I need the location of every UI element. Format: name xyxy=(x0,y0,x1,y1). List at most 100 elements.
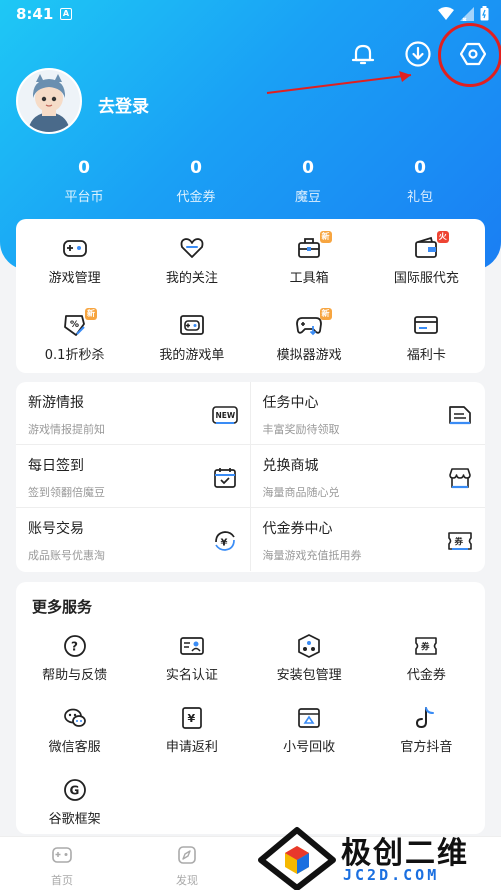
voucher-icon: 券 xyxy=(415,637,438,655)
stat-platform-coin[interactable]: 0 平台币 xyxy=(28,158,140,205)
discover-icon xyxy=(178,846,196,864)
tool-emulator-games[interactable]: 新 模拟器游戏 xyxy=(251,296,368,373)
tool-label: 0.1折秒杀 xyxy=(44,348,105,363)
tool-intl-recharge[interactable]: 火 国际服代充 xyxy=(368,219,485,296)
status-bar: 8:41 A xyxy=(0,0,501,28)
wechat-icon xyxy=(63,708,86,727)
new-badge: 新 xyxy=(319,308,332,320)
task-center[interactable]: 任务中心 丰富奖励待领取 xyxy=(250,382,485,445)
service-official-douyin[interactable]: 官方抖音 xyxy=(368,698,485,770)
wifi-icon xyxy=(438,6,454,20)
service-label: 申请返利 xyxy=(165,740,218,755)
tool-my-game-list[interactable]: 我的游戏单 xyxy=(133,296,250,373)
id-card-icon xyxy=(180,637,204,655)
tool-game-management[interactable]: 游戏管理 xyxy=(16,219,133,296)
login-link[interactable]: 去登录 xyxy=(98,92,149,117)
service-help-feedback[interactable]: ? 帮助与反馈 xyxy=(16,626,133,698)
tool-my-follows[interactable]: 我的关注 xyxy=(133,219,250,296)
task-exchange-mall[interactable]: 兑换商城 海量商品随心兑 xyxy=(250,445,485,508)
tool-label: 福利卡 xyxy=(406,348,446,363)
status-time: 8:41 xyxy=(16,5,54,23)
task-new-game-news[interactable]: 新游情报 游戏情报提前知 NEW xyxy=(16,382,251,445)
service-wechat-support[interactable]: 微信客服 xyxy=(16,698,133,770)
wallet-icon xyxy=(415,236,438,258)
tiktok-icon xyxy=(416,707,435,729)
avatar[interactable] xyxy=(16,68,82,134)
annotation-arrow xyxy=(266,71,412,94)
task-account-trade[interactable]: 账号交易 成品账号优惠淘 ¥ xyxy=(16,508,251,571)
notification-a-icon: A xyxy=(60,8,72,20)
tool-welfare-card[interactable]: 福利卡 xyxy=(368,296,485,373)
tool-flash-sale[interactable]: 新 % 0.1折秒杀 xyxy=(16,296,133,373)
help-icon: ? xyxy=(63,635,86,657)
watermark: 极创二维 JC2D.COM xyxy=(255,826,501,890)
tool-toolbox[interactable]: 新 工具箱 xyxy=(251,219,368,296)
game-list-icon xyxy=(179,315,204,335)
new-icon: NEW xyxy=(211,406,238,424)
status-indicators xyxy=(438,6,489,21)
stat-voucher[interactable]: 0 代金券 xyxy=(140,158,252,205)
nav-label: 发现 xyxy=(176,874,198,887)
service-label: 谷歌框架 xyxy=(48,812,101,827)
service-label: 安装包管理 xyxy=(276,668,342,683)
toolbox-icon xyxy=(298,238,321,258)
svg-text:券: 券 xyxy=(420,642,430,653)
service-apply-rebate[interactable]: ¥ 申请返利 xyxy=(133,698,250,770)
stat-label: 魔豆 xyxy=(294,190,321,205)
task-title: 账号交易 xyxy=(28,521,84,537)
stats-row: 0 平台币 0 代金券 0 魔豆 0 礼包 xyxy=(28,158,478,205)
task-subtitle: 丰富奖励待领取 xyxy=(262,423,340,436)
svg-text:NEW: NEW xyxy=(215,411,235,420)
svg-text:¥: ¥ xyxy=(187,712,195,725)
nav-home[interactable]: 首页 xyxy=(32,845,92,888)
tasks-card: 新游情报 游戏情报提前知 NEW 任务中心 丰富奖励待领取 每日签到 签到领翻倍… xyxy=(16,382,485,572)
stat-gift[interactable]: 0 礼包 xyxy=(364,158,476,205)
more-services-title: 更多服务 xyxy=(32,598,93,616)
service-label: 代金券 xyxy=(406,668,446,683)
tool-label: 工具箱 xyxy=(289,271,329,286)
service-label: 小号回收 xyxy=(283,740,336,755)
coupon-icon: 券 xyxy=(448,532,472,550)
annotation-circle xyxy=(438,23,501,87)
new-badge: 新 xyxy=(319,231,332,243)
nav-discover[interactable]: 发现 xyxy=(157,845,217,888)
tool-label: 模拟器游戏 xyxy=(276,348,342,363)
task-title: 新游情报 xyxy=(28,395,84,411)
trade-icon: ¥ xyxy=(214,531,235,551)
nav-label: 首页 xyxy=(51,874,73,887)
stat-magic-bean[interactable]: 0 魔豆 xyxy=(252,158,364,205)
task-daily-checkin[interactable]: 每日签到 签到领翻倍魔豆 xyxy=(16,445,251,508)
stat-label: 代金券 xyxy=(176,190,216,205)
stat-value: 0 xyxy=(78,158,90,178)
recycle-icon xyxy=(298,708,320,728)
watermark-subtext: JC2D.COM xyxy=(343,866,440,884)
tools-card: 游戏管理 我的关注 新 工具箱 火 国际服代充 新 % 0.1折秒杀 我的游戏单… xyxy=(16,219,485,373)
avatar-icon xyxy=(18,70,80,132)
service-real-name[interactable]: 实名认证 xyxy=(133,626,250,698)
svg-text:?: ? xyxy=(71,640,78,654)
stat-value: 0 xyxy=(190,158,202,178)
service-google-framework[interactable]: G 谷歌框架 xyxy=(16,770,133,842)
heart-icon xyxy=(180,238,204,258)
discount-icon: % xyxy=(63,315,85,336)
tool-label: 我的游戏单 xyxy=(159,348,225,363)
svg-text:G: G xyxy=(69,784,79,798)
service-label: 实名认证 xyxy=(165,668,218,683)
svg-text:%: % xyxy=(70,320,79,330)
package-icon xyxy=(298,634,320,658)
tool-label: 我的关注 xyxy=(165,271,218,286)
stat-label: 礼包 xyxy=(406,190,433,205)
service-account-recycle[interactable]: 小号回收 xyxy=(251,698,368,770)
signal-icon xyxy=(460,6,474,21)
service-package-management[interactable]: 安装包管理 xyxy=(251,626,368,698)
svg-text:券: 券 xyxy=(454,537,464,548)
home-icon xyxy=(52,847,72,863)
card-icon xyxy=(414,316,439,334)
svg-text:¥: ¥ xyxy=(220,538,227,549)
more-services-card: 更多服务 ? 帮助与反馈 实名认证 安装包管理 券 代金券 微信客服 ¥ 申请返… xyxy=(16,582,485,834)
shop-icon xyxy=(449,468,471,489)
stat-value: 0 xyxy=(414,158,426,178)
service-voucher[interactable]: 券 代金券 xyxy=(368,626,485,698)
task-subtitle: 海量商品随心兑 xyxy=(262,486,340,499)
task-voucher-center[interactable]: 代金券中心 海量游戏充值抵用券 券 xyxy=(251,508,486,571)
